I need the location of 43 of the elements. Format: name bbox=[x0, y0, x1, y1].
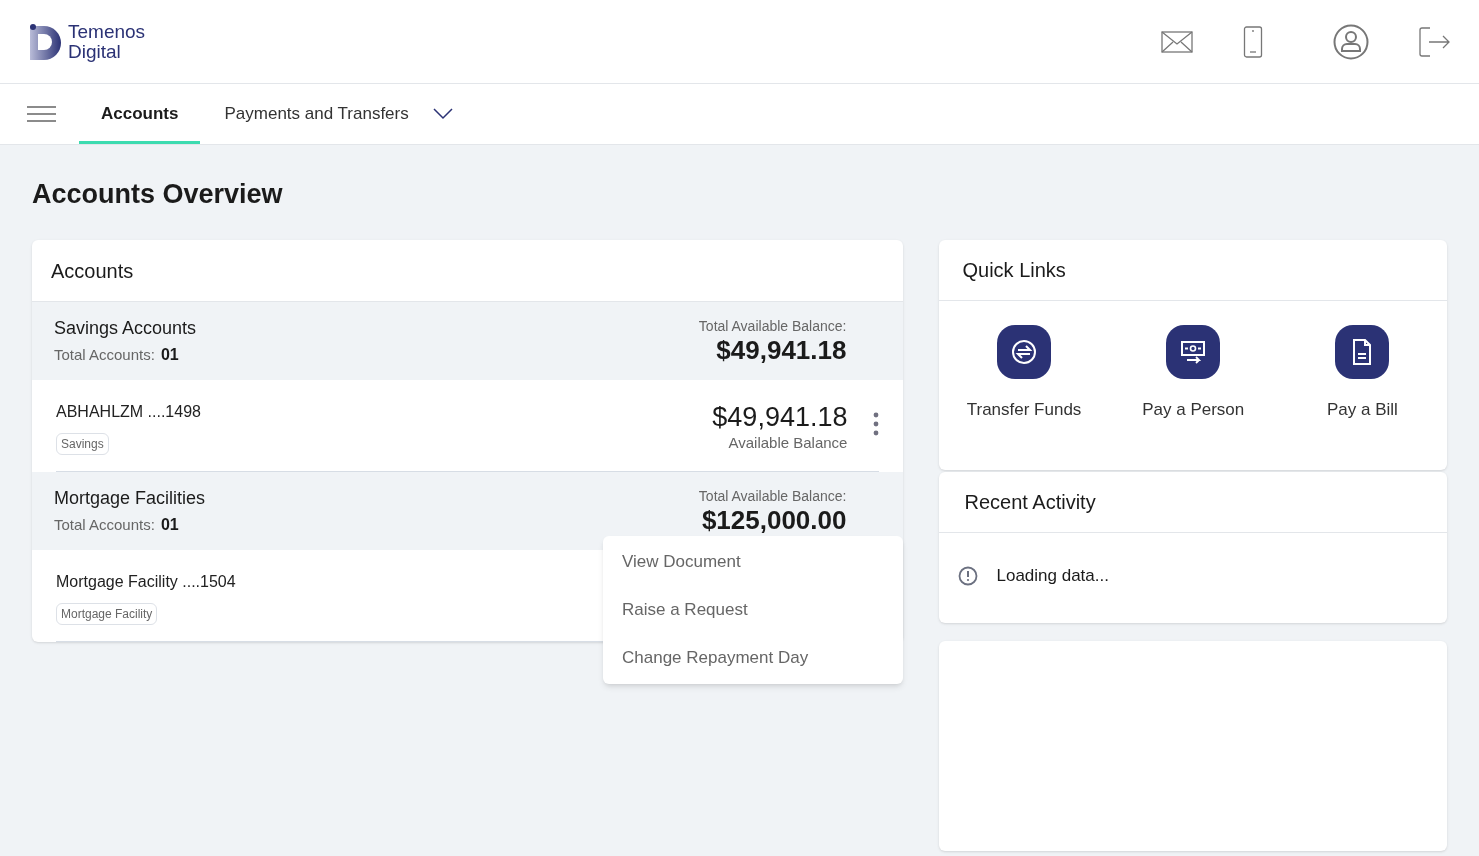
quick-link[interactable]: Pay a Person bbox=[1108, 325, 1278, 423]
card-title: Accounts bbox=[51, 258, 134, 284]
status-message: Loading data... bbox=[996, 565, 1109, 587]
count-value: 01 bbox=[160, 515, 179, 535]
group-name: Savings Accounts bbox=[54, 317, 197, 340]
menu-item[interactable]: View Document bbox=[603, 538, 903, 586]
menu-item[interactable]: Raise a Request bbox=[603, 586, 903, 634]
nav-tab[interactable]: Payments and Transfers bbox=[200, 84, 433, 144]
info-icon bbox=[958, 565, 979, 586]
mail-icon[interactable] bbox=[1161, 30, 1193, 53]
logo-text: Digital bbox=[68, 41, 122, 62]
balance-amount: $49,941.18 bbox=[716, 336, 847, 364]
account-tag: Savings bbox=[56, 433, 109, 455]
menu-item[interactable]: Change Repayment Day bbox=[603, 634, 903, 682]
user-icon[interactable] bbox=[1333, 23, 1369, 60]
quick-link[interactable]: Transfer Funds bbox=[939, 325, 1109, 423]
logo-text: Temenos bbox=[68, 21, 146, 42]
count-value: 01 bbox=[160, 345, 179, 365]
logo-icon bbox=[28, 22, 64, 61]
balance-label: Total Available Balance: bbox=[698, 317, 847, 336]
phone-icon[interactable] bbox=[1243, 25, 1263, 58]
group-name: Mortgage Facilities bbox=[54, 487, 206, 510]
account-balance: $49,941.18 bbox=[712, 402, 848, 432]
balance-label: Available Balance bbox=[728, 433, 848, 453]
account-tag: Mortgage Facility bbox=[56, 603, 158, 625]
transfer-icon bbox=[997, 325, 1052, 379]
balance-amount: $125,000.00 bbox=[701, 506, 847, 534]
document-icon bbox=[1335, 325, 1390, 379]
count-label: Total Accounts: bbox=[54, 345, 155, 365]
menu-icon[interactable] bbox=[27, 105, 57, 123]
balance-label: Total Available Balance: bbox=[698, 487, 847, 506]
card-title: Recent Activity bbox=[964, 490, 1096, 515]
account-name[interactable]: Mortgage Facility ....1504 bbox=[56, 570, 236, 594]
card-title: Quick Links bbox=[962, 258, 1066, 283]
more-icon[interactable] bbox=[873, 412, 880, 436]
nav-tab[interactable]: Accounts bbox=[79, 84, 201, 144]
account-name[interactable]: ABHAHLZM ....1498 bbox=[56, 400, 201, 424]
quick-link[interactable]: Pay a Bill bbox=[1277, 325, 1447, 423]
page-title: Accounts Overview bbox=[32, 178, 284, 211]
chevron-down-icon[interactable] bbox=[432, 108, 453, 120]
money-transfer-icon bbox=[1166, 325, 1221, 379]
logout-icon[interactable] bbox=[1419, 26, 1451, 57]
count-label: Total Accounts: bbox=[54, 515, 155, 535]
